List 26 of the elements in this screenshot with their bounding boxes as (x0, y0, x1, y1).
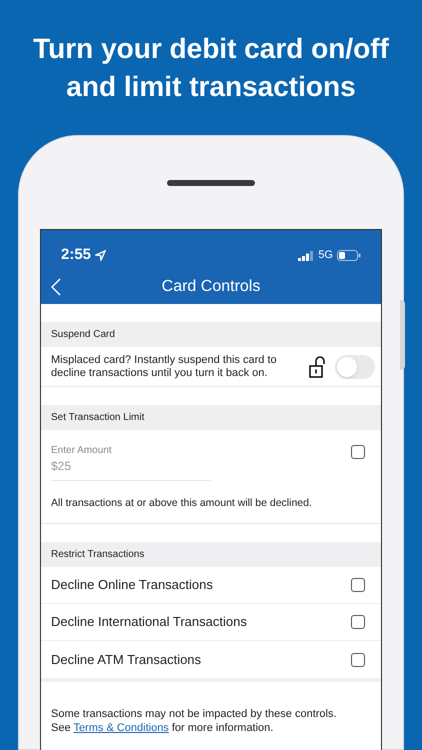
section-title: Set Transaction Limit (51, 411, 144, 425)
option-label: Decline ATM Transactions (51, 650, 202, 669)
signal-icon (298, 250, 314, 260)
option-label: Decline International Transactions (51, 613, 247, 632)
checkbox[interactable] (351, 615, 365, 629)
network-label: 5G (318, 248, 333, 264)
limit-note: All transactions at or above this amount will be declined. (51, 497, 312, 509)
checkbox[interactable] (351, 652, 365, 666)
amount-field[interactable]: $25 (51, 457, 211, 481)
battery-icon (337, 250, 361, 261)
field-label: Enter Amount (51, 445, 112, 457)
headline: Turn your debit card on/off and limit transactions (32, 32, 390, 104)
option-label: Decline Online Transactions (51, 576, 213, 594)
terms-link[interactable]: Terms & Conditions (73, 722, 169, 734)
footer-note: Some transactions may not be impacted by these controls. See Terms & Conditions for more information. (51, 707, 338, 735)
section-title: Restrict Transactions (51, 548, 144, 562)
back-icon[interactable] (51, 278, 61, 296)
checkbox[interactable] (351, 445, 365, 459)
status-time: 2:55 (61, 245, 92, 266)
location-icon (95, 250, 106, 261)
screen-title: Card Controls (162, 277, 260, 297)
unlocked-padlock-icon (309, 356, 327, 378)
suspend-description: Misplaced card? Instantly suspend this card to decline transactions until you turn it back on. (51, 354, 278, 380)
suspend-toggle[interactable] (335, 354, 375, 378)
checkbox[interactable] (351, 578, 365, 592)
section-title: Suspend Card (51, 328, 115, 342)
